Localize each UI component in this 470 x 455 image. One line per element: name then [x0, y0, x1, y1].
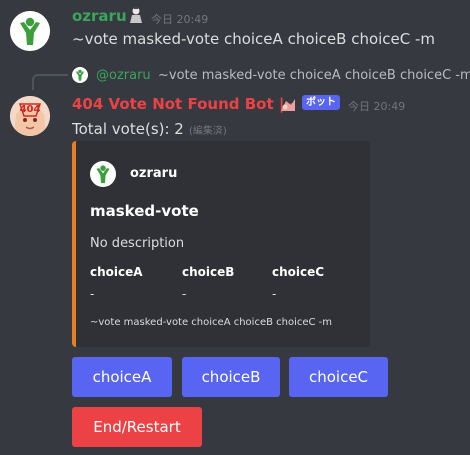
bot-username[interactable]: 404 Vote Not Found Bot | - — [72, 95, 296, 113]
vote-embed: ozraru masked-vote No description choice… — [72, 141, 370, 347]
username[interactable]: ozraru — [72, 7, 127, 25]
embed-author[interactable]: ozraru — [130, 166, 177, 181]
end-restart-button[interactable]: End/Restart — [72, 407, 202, 447]
embed-field-value: - — [272, 287, 277, 301]
embed-field-name: choiceA — [90, 265, 143, 279]
embed-field-value: - — [90, 287, 95, 301]
bot-emoji-icon — [278, 95, 298, 115]
reply-connector — [32, 74, 68, 90]
reply-author[interactable]: @ozraru — [96, 68, 151, 83]
embed-footer: ~vote masked-vote choiceA choiceB choice… — [90, 317, 333, 328]
timestamp: 今日 20:49 — [151, 13, 209, 26]
reply-avatar[interactable] — [72, 67, 88, 83]
choice-c-button[interactable]: choiceC — [289, 357, 388, 397]
embed-description: No description — [90, 236, 185, 251]
embed-field-name: choiceC — [272, 265, 325, 279]
bot-avatar[interactable]: 404 — [10, 96, 50, 136]
choice-a-button[interactable]: choiceA — [72, 357, 172, 397]
embed-title: masked-vote — [90, 202, 199, 220]
choice-b-button[interactable]: choiceB — [182, 357, 280, 397]
person-logo-icon — [96, 165, 110, 184]
message-text: Total vote(s): 2 — [72, 120, 184, 138]
user-avatar[interactable] — [10, 11, 50, 51]
edited-label: (編集済) — [188, 126, 227, 137]
message-text: ~vote masked-vote choiceA choiceB choice… — [72, 30, 436, 48]
bot-tag: ボット — [302, 95, 340, 110]
person-logo-icon — [10, 11, 50, 51]
person-logo-icon — [76, 69, 84, 81]
reply-preview[interactable]: ~vote masked-vote choiceA choiceB choice… — [158, 68, 470, 83]
embed-author-avatar[interactable] — [90, 161, 116, 187]
embed-field-name: choiceB — [182, 265, 235, 279]
message-content: Total vote(s): 2 (編集済) — [72, 119, 227, 138]
timestamp: 今日 20:49 — [348, 100, 406, 113]
anime-avatar-icon: 404 — [10, 96, 50, 136]
embed-field-value: - — [182, 287, 187, 301]
user-badge-icon — [126, 5, 146, 25]
